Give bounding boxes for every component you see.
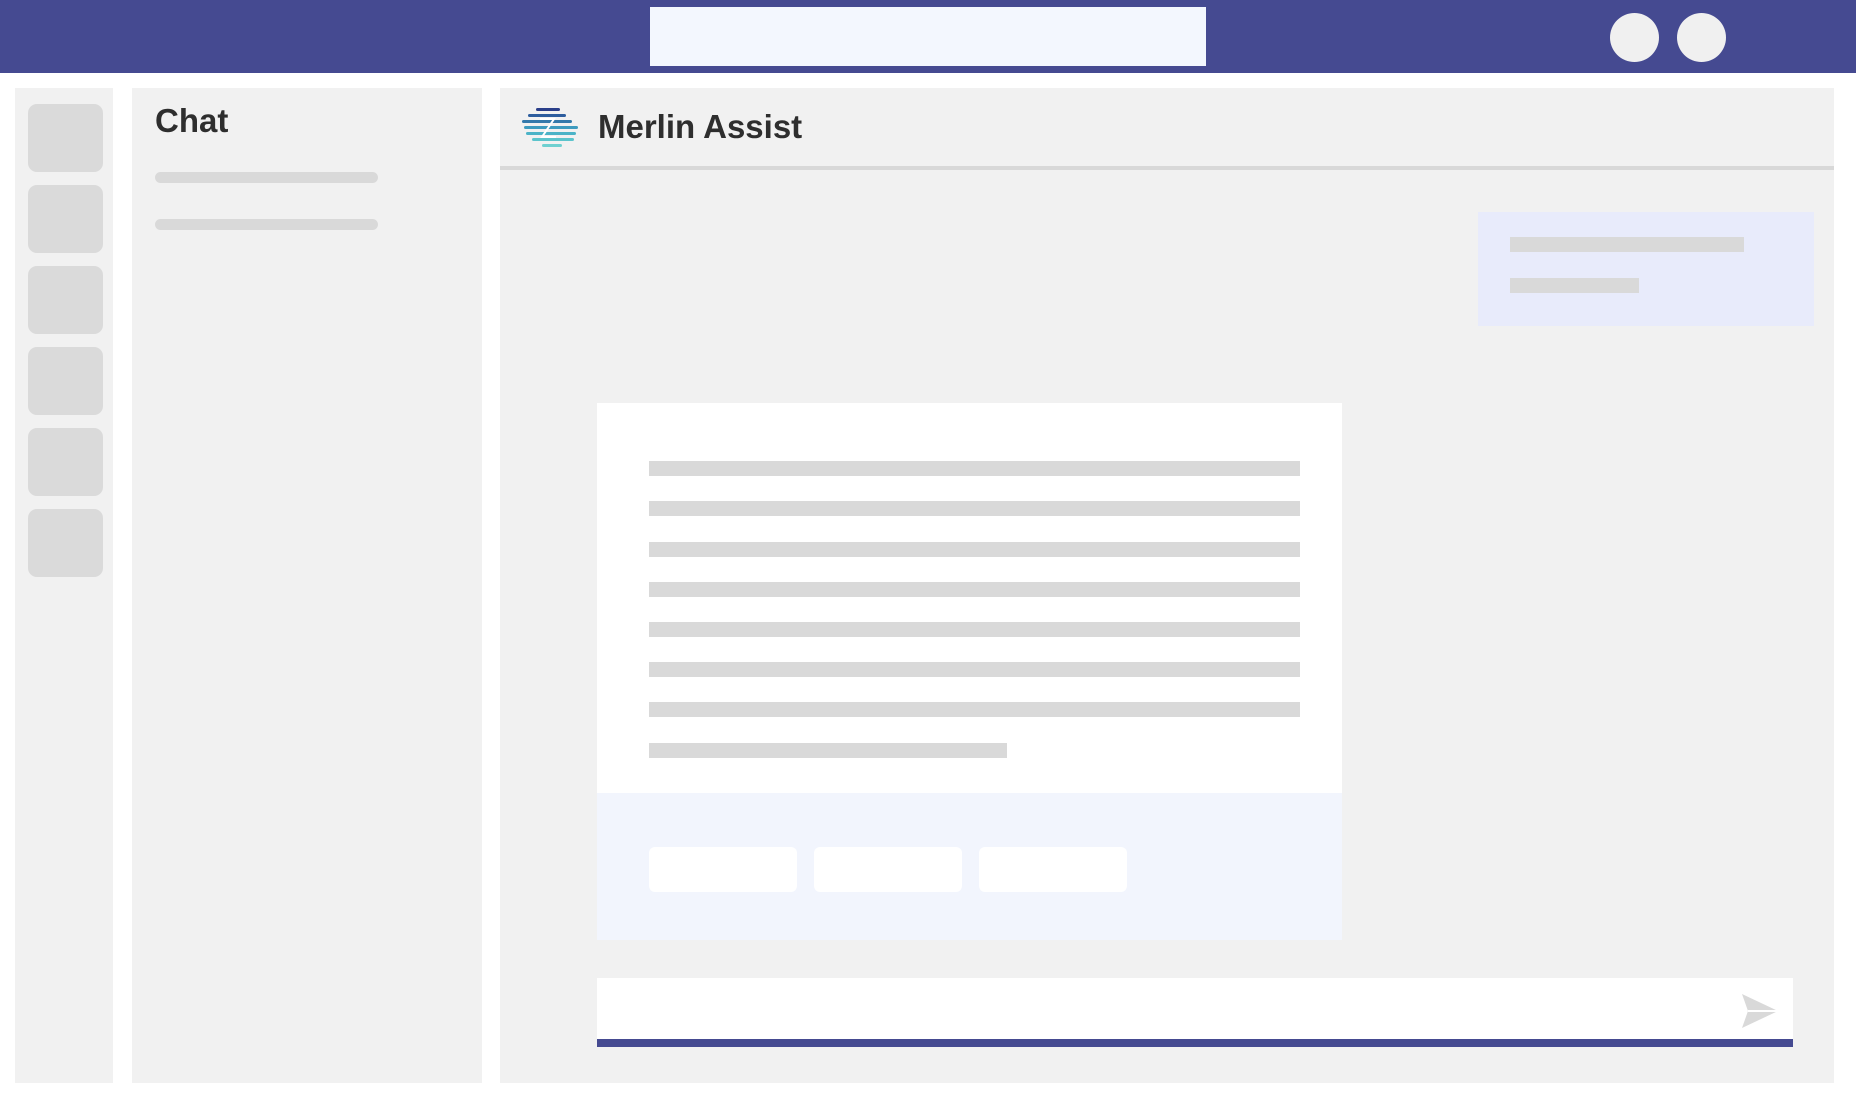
card-text-line [649, 622, 1300, 637]
bot-name: Merlin Assist [598, 108, 803, 145]
user-message-bubble [1478, 212, 1814, 326]
card-text-line [649, 743, 1007, 758]
card-text-line [649, 702, 1300, 717]
rail-item-3[interactable] [28, 266, 103, 334]
top-app-bar [0, 0, 1856, 73]
top-bar-button-1[interactable] [1610, 13, 1659, 62]
bot-response-card [597, 403, 1342, 940]
top-bar-button-2[interactable] [1677, 13, 1726, 62]
chat-list-title: Chat [155, 102, 229, 139]
rail-item-2[interactable] [28, 185, 103, 253]
chat-list-item-2[interactable] [155, 219, 378, 230]
card-text-line [649, 582, 1300, 597]
conversation-header: Merlin Assist [500, 88, 1834, 170]
user-message-line-1 [1510, 237, 1744, 252]
card-text-line [649, 542, 1300, 557]
conversation-pane: Merlin Assist [500, 88, 1834, 1083]
chat-list-item-1[interactable] [155, 172, 378, 183]
app-rail [15, 88, 113, 1083]
card-text-line [649, 501, 1300, 516]
send-icon[interactable] [1740, 991, 1780, 1031]
merlin-logo-icon [522, 108, 578, 147]
rail-item-5[interactable] [28, 428, 103, 496]
card-actions [597, 793, 1342, 940]
user-message-line-2 [1510, 278, 1639, 293]
card-action-button-1[interactable] [649, 847, 797, 892]
message-input[interactable] [597, 978, 1793, 1047]
search-input[interactable] [650, 7, 1206, 66]
card-action-button-3[interactable] [979, 847, 1127, 892]
card-action-button-2[interactable] [814, 847, 962, 892]
card-text-line [649, 662, 1300, 677]
rail-item-1[interactable] [28, 104, 103, 172]
rail-item-6[interactable] [28, 509, 103, 577]
rail-item-4[interactable] [28, 347, 103, 415]
card-text-line [649, 461, 1300, 476]
chat-list-panel: Chat [132, 88, 482, 1083]
